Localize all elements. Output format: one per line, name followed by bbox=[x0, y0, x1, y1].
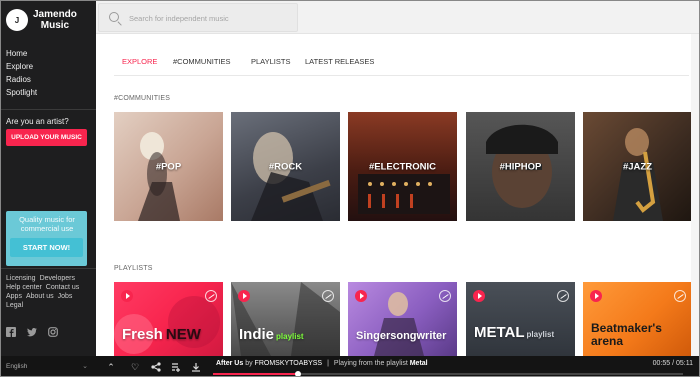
play-icon[interactable] bbox=[238, 290, 250, 302]
track-by: by bbox=[245, 360, 253, 367]
progress-fill bbox=[213, 373, 298, 375]
playlist-name: Fresh bbox=[122, 326, 163, 343]
community-tile-jazz[interactable]: #JAZZ bbox=[583, 112, 692, 221]
page-scrollbar[interactable] bbox=[691, 34, 699, 356]
progress-bar[interactable] bbox=[213, 371, 683, 376]
share-icon[interactable] bbox=[149, 360, 163, 374]
language-label: English bbox=[6, 363, 28, 370]
jamendo-logo-icon: J bbox=[6, 9, 28, 31]
playlist-badge-icon bbox=[674, 290, 686, 302]
community-label: #ELECTRONIC bbox=[368, 161, 437, 172]
add-to-playlist-icon[interactable] bbox=[169, 360, 183, 374]
playlist-tile-indie[interactable]: Indie playlist bbox=[231, 282, 340, 356]
link-licensing[interactable]: Licensing bbox=[6, 275, 36, 282]
link-developers[interactable]: Developers bbox=[40, 275, 75, 282]
playlist-badge-icon bbox=[205, 290, 217, 302]
nav-radios[interactable]: Radios bbox=[6, 73, 37, 86]
link-about-us[interactable]: About us bbox=[26, 293, 54, 300]
tab-playlists[interactable]: PLAYLISTS bbox=[251, 51, 290, 76]
playlist-name: Singersongwriter bbox=[356, 330, 447, 342]
community-tile-pop[interactable]: #POP bbox=[114, 112, 223, 221]
search-icon bbox=[109, 12, 119, 22]
sidebar-divider bbox=[1, 109, 96, 110]
language-select[interactable]: English ⌄ bbox=[6, 356, 96, 376]
top-bar bbox=[96, 1, 699, 34]
logo-subtitle: Music bbox=[40, 20, 70, 31]
now-playing-separator: | bbox=[327, 360, 329, 367]
community-label: #HIPHOP bbox=[499, 161, 542, 172]
nav-spotlight[interactable]: Spotlight bbox=[6, 86, 37, 99]
playlist-name: Indie bbox=[239, 326, 275, 343]
community-tile-rock[interactable]: #ROCK bbox=[231, 112, 340, 221]
play-icon[interactable] bbox=[121, 290, 133, 302]
search-box[interactable] bbox=[98, 3, 298, 32]
community-label: #JAZZ bbox=[622, 161, 653, 172]
tab-communities[interactable]: #COMMUNITIES bbox=[173, 51, 231, 76]
chevron-down-icon: ⌄ bbox=[82, 363, 88, 370]
playlist-suffix: playlist bbox=[526, 330, 555, 339]
communities-title: #COMMUNITIES bbox=[114, 95, 171, 102]
community-tile-electronic[interactable]: #ELECTRONIC bbox=[348, 112, 457, 221]
source-playlist[interactable]: Metal bbox=[410, 360, 428, 367]
nav-explore[interactable]: Explore bbox=[6, 60, 37, 73]
community-tile-hiphop[interactable]: #HIPHOP bbox=[466, 112, 575, 221]
playlists-title: PLAYLISTS bbox=[114, 265, 153, 272]
play-icon[interactable] bbox=[355, 290, 367, 302]
promo-text: Quality music for commercial use bbox=[19, 215, 75, 233]
facebook-icon[interactable] bbox=[6, 327, 16, 337]
community-label: #ROCK bbox=[268, 161, 303, 172]
link-contact-us[interactable]: Contact us bbox=[46, 284, 79, 291]
tab-latest-releases[interactable]: LATEST RELEASES bbox=[305, 51, 374, 76]
play-icon[interactable] bbox=[473, 290, 485, 302]
track-artist[interactable]: FROMSKYTOABYSS bbox=[255, 360, 323, 367]
logo-title: Jamendo bbox=[33, 9, 77, 20]
search-input[interactable] bbox=[129, 10, 289, 26]
social-links bbox=[6, 327, 58, 337]
main-nav: Home Explore Radios Spotlight bbox=[6, 47, 37, 99]
twitter-icon[interactable] bbox=[27, 327, 37, 337]
playlist-badge-icon bbox=[322, 290, 334, 302]
start-now-button[interactable]: START NOW! bbox=[10, 238, 83, 257]
sidebar-divider bbox=[1, 268, 96, 269]
expand-player-icon[interactable]: ⌃ bbox=[104, 360, 118, 374]
tabs-underline bbox=[114, 75, 689, 76]
app-window: J Jamendo Music Home Explore Radios Spot… bbox=[0, 0, 700, 377]
link-legal[interactable]: Legal bbox=[6, 302, 23, 309]
progress-handle[interactable] bbox=[294, 371, 301, 376]
playlist-tile-metal[interactable]: METAL playlist bbox=[466, 282, 575, 356]
logo[interactable]: J Jamendo Music bbox=[6, 9, 77, 31]
link-jobs[interactable]: Jobs bbox=[58, 293, 73, 300]
instagram-icon[interactable] bbox=[48, 327, 58, 337]
tab-explore[interactable]: EXPLORE bbox=[122, 51, 158, 76]
playlist-suffix: playlist bbox=[276, 332, 304, 341]
player-bar: English ⌄ ⌃ ♡ After Us by FROMSKYTOABYSS… bbox=[1, 356, 699, 376]
download-icon[interactable] bbox=[189, 360, 203, 374]
playlist-tile-beatmakers-arena[interactable]: Beatmaker's arena bbox=[583, 282, 692, 356]
playlist-suffix: NEW bbox=[165, 326, 201, 343]
nav-home[interactable]: Home bbox=[6, 47, 37, 60]
track-title[interactable]: After Us bbox=[216, 360, 243, 367]
playlist-badge-icon bbox=[557, 290, 569, 302]
playing-from-label: Playing from the playlist bbox=[333, 360, 408, 367]
upload-music-button[interactable]: UPLOAD YOUR MUSIC bbox=[6, 129, 87, 146]
commercial-promo: Quality music for commercial use START N… bbox=[6, 211, 87, 266]
sidebar: J Jamendo Music Home Explore Radios Spot… bbox=[1, 1, 96, 356]
community-label: #POP bbox=[155, 161, 182, 172]
play-icon[interactable] bbox=[590, 290, 602, 302]
now-playing: After Us by FROMSKYTOABYSS | Playing fro… bbox=[216, 356, 428, 374]
track-time: 00:55 / 05:11 bbox=[652, 360, 693, 367]
heart-icon[interactable]: ♡ bbox=[128, 360, 142, 374]
playlist-name: METAL bbox=[474, 324, 525, 341]
link-help-center[interactable]: Help center bbox=[6, 284, 42, 291]
footer-links: Licensing Developers Help center Contact u… bbox=[6, 274, 94, 310]
artist-question: Are you an artist? bbox=[6, 117, 69, 126]
link-apps[interactable]: Apps bbox=[6, 293, 22, 300]
playlist-tile-singersongwriter[interactable]: Singersongwriter bbox=[348, 282, 457, 356]
playlist-name: Beatmaker's arena bbox=[591, 321, 662, 348]
playlist-badge-icon bbox=[439, 290, 451, 302]
playlist-tile-fresh-new[interactable]: Fresh NEW bbox=[114, 282, 223, 356]
